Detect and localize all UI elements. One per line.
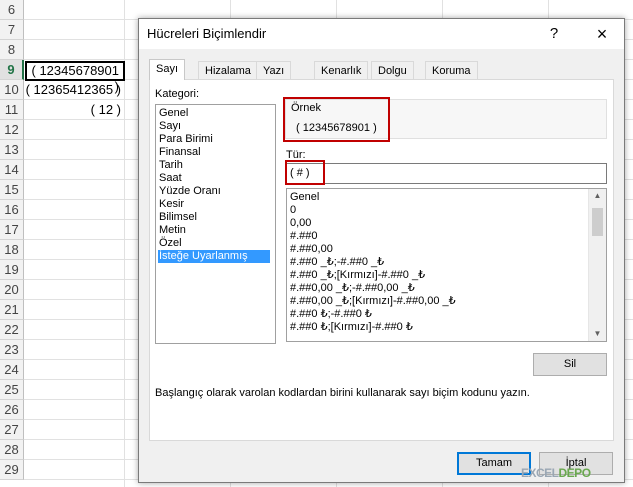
row-header[interactable]: 19 (0, 260, 24, 280)
format-code-item[interactable]: #.##0 _₺;[Kırmızı]-#.##0 _₺ (290, 269, 425, 282)
row-header[interactable]: 29 (0, 460, 24, 480)
scroll-down-icon[interactable]: ▼ (589, 327, 606, 341)
format-code-item[interactable]: #.##0 ₺;[Kırmızı]-#.##0 ₺ (290, 321, 413, 334)
format-code-item[interactable]: 0 (290, 204, 296, 217)
format-code-item[interactable]: #.##0 _₺;-#.##0 _₺ (290, 256, 384, 269)
format-code-item[interactable]: #.##0,00 _₺;[Kırmızı]-#.##0,00 _₺ (290, 295, 456, 308)
tab-number[interactable]: Sayı (149, 59, 186, 80)
row-header[interactable]: 9 (0, 60, 24, 80)
row-header[interactable]: 24 (0, 360, 24, 380)
category-item[interactable]: Bilimsel (158, 211, 198, 224)
cell-a11[interactable]: ( 12 ) (25, 100, 125, 120)
row-header[interactable]: 21 (0, 300, 24, 320)
category-item[interactable]: Yüzde Oranı (158, 185, 222, 198)
format-code-item[interactable]: #.##0 (290, 230, 318, 243)
row-header[interactable]: 12 (0, 120, 24, 140)
row-header[interactable]: 7 (0, 20, 24, 40)
format-code-item[interactable]: 0,00 (290, 217, 311, 230)
row-header[interactable]: 13 (0, 140, 24, 160)
watermark-part1: EXCEL (521, 466, 559, 480)
type-input[interactable]: ( # ) (286, 163, 607, 184)
category-item[interactable]: İsteğe Uyarlanmış (158, 250, 270, 263)
row-header[interactable]: 10 (0, 80, 24, 100)
row-header[interactable]: 17 (0, 220, 24, 240)
tab-border[interactable]: Kenarlık (314, 61, 369, 79)
row-header[interactable]: 26 (0, 400, 24, 420)
close-icon[interactable]: × (591, 23, 613, 45)
row-header[interactable]: 18 (0, 240, 24, 260)
row-header[interactable]: 23 (0, 340, 24, 360)
dialog-title: Hücreleri Biçimlendir (147, 26, 267, 41)
category-label: Kategori: (155, 88, 200, 100)
row-header[interactable]: 25 (0, 380, 24, 400)
watermark-logo: EXCELDEPO (521, 466, 591, 484)
tab-alignment[interactable]: Hizalama (198, 61, 258, 79)
dialog-titlebar[interactable]: Hücreleri Biçimlendir ? × (139, 19, 624, 49)
category-item[interactable]: Saat (158, 172, 183, 185)
cell-a10[interactable]: ( 12365412365 ) (25, 80, 125, 100)
ok-button[interactable]: Tamam (457, 452, 531, 475)
scroll-thumb[interactable] (592, 208, 603, 236)
help-button[interactable]: ? (543, 23, 565, 45)
format-code-item[interactable]: #.##0,00 (290, 243, 333, 256)
format-code-list[interactable]: Genel 0 0,00 #.##0 #.##0,00 #.##0 _₺;-#.##0 _… (286, 188, 607, 342)
row-header[interactable]: 15 (0, 180, 24, 200)
row-header[interactable]: 20 (0, 280, 24, 300)
row-header[interactable]: 27 (0, 420, 24, 440)
category-item[interactable]: Kesir (158, 198, 185, 211)
grid-row (24, 0, 633, 20)
scroll-up-icon[interactable]: ▲ (589, 189, 606, 203)
row-header[interactable]: 14 (0, 160, 24, 180)
row-header[interactable]: 28 (0, 440, 24, 460)
delete-button[interactable]: Sil (533, 353, 607, 376)
category-item[interactable]: Tarih (158, 159, 184, 172)
cell-a9[interactable]: ( 12345678901 ) (25, 61, 125, 94)
format-code-item[interactable]: #.##0,00 _₺;-#.##0,00 _₺ (290, 282, 415, 295)
row-header[interactable]: 6 (0, 0, 24, 20)
description-text: Başlangıç olarak varolan kodlardan birin… (155, 387, 530, 399)
row-header[interactable]: 8 (0, 40, 24, 60)
watermark-part2: DEPO (558, 466, 592, 480)
type-highlight (285, 160, 325, 185)
format-code-item[interactable]: Genel (290, 191, 319, 204)
row-header[interactable]: 22 (0, 320, 24, 340)
row-header[interactable]: 11 (0, 100, 24, 120)
category-item[interactable]: Özel (158, 237, 183, 250)
category-item[interactable]: Sayı (158, 120, 182, 133)
tab-font[interactable]: Yazı Tipi (256, 61, 292, 95)
sample-highlight (283, 97, 390, 142)
category-item[interactable]: Para Birimi (158, 133, 214, 146)
category-item[interactable]: Metin (158, 224, 187, 237)
tab-protection[interactable]: Koruma (425, 61, 478, 79)
number-tab-panel: Kategori: Genel Sayı Para Birimi Finansal Ta… (149, 79, 614, 441)
category-item[interactable]: Finansal (158, 146, 202, 159)
format-list-scrollbar[interactable]: ▲ ▼ (588, 189, 606, 341)
category-item[interactable]: Genel (158, 107, 189, 120)
format-cells-dialog: Hücreleri Biçimlendir ? × Sayı Hizalama … (138, 18, 625, 483)
tab-fill[interactable]: Dolgu (371, 61, 414, 79)
format-code-item[interactable]: #.##0 ₺;-#.##0 ₺ (290, 308, 372, 321)
row-header[interactable]: 16 (0, 200, 24, 220)
category-list[interactable]: Genel Sayı Para Birimi Finansal Tarih Saat Yüz… (155, 104, 276, 344)
